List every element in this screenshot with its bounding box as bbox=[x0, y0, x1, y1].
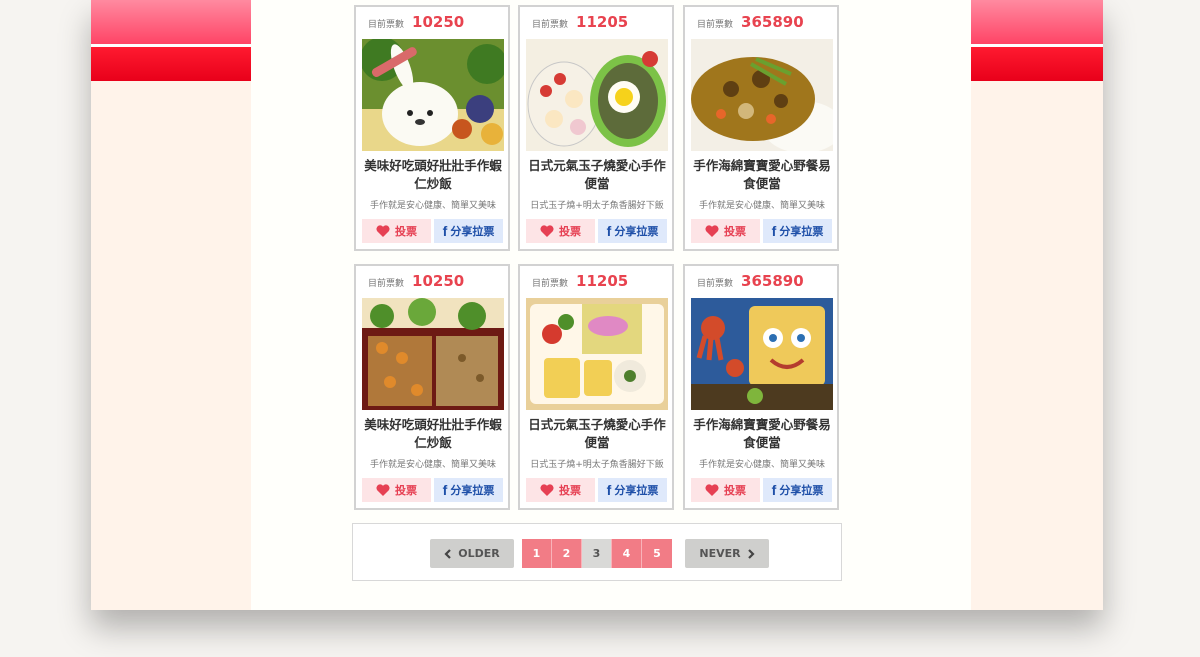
facebook-icon: f bbox=[771, 223, 777, 239]
vote-count-label: 目前票數 bbox=[368, 20, 405, 30]
share-label: 分享拉票 bbox=[779, 484, 824, 497]
vote-button[interactable]: 投票 bbox=[526, 219, 595, 243]
heart-icon bbox=[705, 225, 719, 237]
vote-count-row: 目前票數 11205 bbox=[532, 13, 628, 35]
older-button[interactable]: OLDER bbox=[430, 539, 514, 568]
entry-description: 手作就是安心健康、簡單又美味 bbox=[698, 460, 825, 470]
share-button[interactable]: f 分享拉票 bbox=[434, 219, 503, 243]
share-button[interactable]: f 分享拉票 bbox=[598, 478, 667, 502]
entry-description: 手作就是安心健康、簡單又美味 bbox=[369, 460, 496, 470]
vote-count-value: 365890 bbox=[741, 13, 804, 31]
share-label: 分享拉票 bbox=[614, 484, 659, 497]
heart-icon bbox=[376, 225, 390, 237]
vote-label: 投票 bbox=[724, 484, 746, 497]
bento-photo[interactable] bbox=[362, 298, 504, 410]
entry-title: 美味好吃頭好壯壯手作蝦仁炒飯 bbox=[364, 417, 502, 450]
never-label: NEVER bbox=[699, 547, 741, 560]
page-3-current[interactable]: 3 bbox=[582, 539, 612, 568]
bento-photo[interactable] bbox=[526, 298, 668, 410]
share-button[interactable]: f 分享拉票 bbox=[598, 219, 667, 243]
bento-photo[interactable] bbox=[362, 39, 504, 151]
bento-photo[interactable] bbox=[526, 39, 668, 151]
share-button[interactable]: f 分享拉票 bbox=[434, 478, 503, 502]
facebook-icon: f bbox=[606, 223, 612, 239]
facebook-icon: f bbox=[442, 482, 448, 498]
facebook-icon: f bbox=[771, 482, 777, 498]
entry-card: 目前票數 365890 手作海綿寶寶愛心野餐易食便當 手作就是安心健康、簡單又美… bbox=[683, 5, 839, 251]
vote-count-value: 10250 bbox=[412, 272, 465, 290]
heart-icon bbox=[705, 484, 719, 496]
vote-count-value: 10250 bbox=[412, 13, 465, 31]
vote-count-value: 11205 bbox=[576, 272, 629, 290]
pagination: OLDER 1 2 3 4 5 NEVER bbox=[352, 523, 842, 581]
share-label: 分享拉票 bbox=[779, 225, 824, 238]
heart-icon bbox=[540, 225, 554, 237]
vote-count-value: 11205 bbox=[576, 13, 629, 31]
entry-card: 目前票數 10250 美味好吃頭好壯壯手作蝦仁炒飯 手作就是安心健康、簡單又美味… bbox=[354, 5, 510, 251]
entry-description: 日式玉子燒+明太子魚香腸好下飯 bbox=[530, 460, 664, 470]
older-label: OLDER bbox=[458, 547, 500, 560]
page-1[interactable]: 1 bbox=[522, 539, 552, 568]
vote-count-row: 目前票數 11205 bbox=[532, 272, 628, 294]
chevron-right-icon bbox=[747, 548, 755, 559]
vote-button[interactable]: 投票 bbox=[362, 478, 431, 502]
entry-title: 手作海綿寶寶愛心野餐易食便當 bbox=[693, 158, 831, 191]
entry-card: 目前票數 365890 手作海綿寶寶愛心野餐易食便當 手作就是安心健康、簡單又美… bbox=[683, 264, 839, 510]
entry-title: 日式元氣玉子燒愛心手作便當 bbox=[528, 158, 666, 191]
vote-count-label: 目前票數 bbox=[532, 279, 569, 289]
vote-button[interactable]: 投票 bbox=[362, 219, 431, 243]
left-side-panel bbox=[91, 0, 251, 610]
share-button[interactable]: f 分享拉票 bbox=[763, 219, 832, 243]
entry-title: 美味好吃頭好壯壯手作蝦仁炒飯 bbox=[364, 158, 502, 191]
share-label: 分享拉票 bbox=[450, 225, 495, 238]
facebook-icon: f bbox=[606, 482, 612, 498]
vote-count-row: 目前票數 10250 bbox=[368, 272, 464, 294]
vote-count-label: 目前票數 bbox=[697, 20, 734, 30]
share-button[interactable]: f 分享拉票 bbox=[763, 478, 832, 502]
page-4[interactable]: 4 bbox=[612, 539, 642, 568]
entry-description: 手作就是安心健康、簡單又美味 bbox=[369, 201, 496, 211]
entry-card: 目前票數 11205 日式元氣玉子燒愛心手作便當 日式玉子燒+明太子魚香腸好下飯… bbox=[518, 5, 674, 251]
vote-label: 投票 bbox=[559, 225, 581, 238]
facebook-icon: f bbox=[442, 223, 448, 239]
heart-icon bbox=[376, 484, 390, 496]
vote-button[interactable]: 投票 bbox=[691, 219, 760, 243]
vote-count-row: 目前票數 365890 bbox=[697, 13, 804, 35]
heart-icon bbox=[540, 484, 554, 496]
entry-description: 手作就是安心健康、簡單又美味 bbox=[698, 201, 825, 211]
vote-label: 投票 bbox=[395, 484, 417, 497]
vote-label: 投票 bbox=[724, 225, 746, 238]
share-label: 分享拉票 bbox=[450, 484, 495, 497]
chevron-left-icon bbox=[444, 548, 452, 559]
share-label: 分享拉票 bbox=[614, 225, 659, 238]
vote-count-value: 365890 bbox=[741, 272, 804, 290]
pink-band bbox=[91, 0, 251, 44]
vote-count-label: 目前票數 bbox=[532, 20, 569, 30]
entry-title: 手作海綿寶寶愛心野餐易食便當 bbox=[693, 417, 831, 450]
vote-count-row: 目前票數 365890 bbox=[697, 272, 804, 294]
red-band bbox=[91, 47, 251, 81]
entry-card: 目前票數 10250 美味好吃頭好壯壯手作蝦仁炒飯 手作就是安心健康、簡單又美味… bbox=[354, 264, 510, 510]
vote-label: 投票 bbox=[395, 225, 417, 238]
vote-label: 投票 bbox=[559, 484, 581, 497]
vote-count-label: 目前票數 bbox=[368, 279, 405, 289]
vote-count-label: 目前票數 bbox=[697, 279, 734, 289]
entry-title: 日式元氣玉子燒愛心手作便當 bbox=[528, 417, 666, 450]
vote-button[interactable]: 投票 bbox=[526, 478, 595, 502]
bento-photo[interactable] bbox=[691, 39, 833, 151]
entry-description: 日式玉子燒+明太子魚香腸好下飯 bbox=[530, 201, 664, 211]
page-numbers: 1 2 3 4 5 bbox=[522, 539, 672, 568]
never-button[interactable]: NEVER bbox=[685, 539, 769, 568]
vote-button[interactable]: 投票 bbox=[691, 478, 760, 502]
page-5[interactable]: 5 bbox=[642, 539, 672, 568]
page-2[interactable]: 2 bbox=[552, 539, 582, 568]
bento-photo[interactable] bbox=[691, 298, 833, 410]
vote-count-row: 目前票數 10250 bbox=[368, 13, 464, 35]
entry-card: 目前票數 11205 日式元氣玉子燒愛心手作便當 日式玉子燒+明太子魚香腸好下飯… bbox=[518, 264, 674, 510]
